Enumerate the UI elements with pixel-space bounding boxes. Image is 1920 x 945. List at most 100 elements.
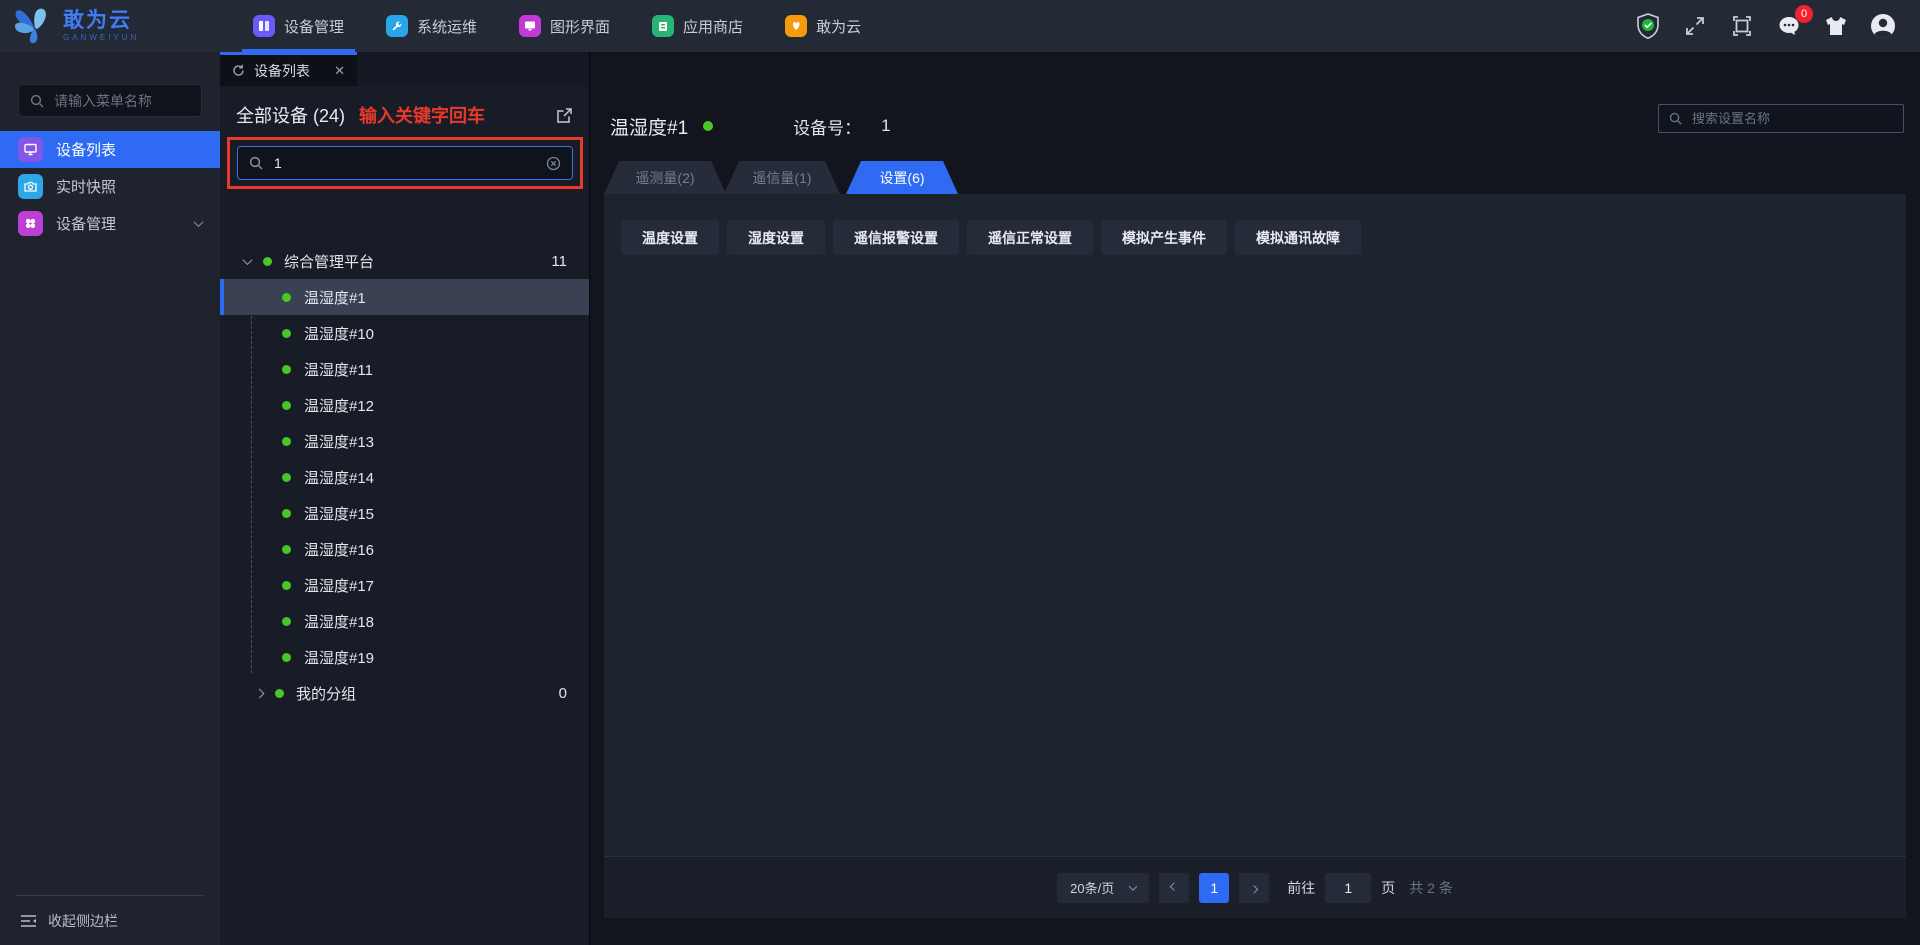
tree-item-device[interactable]: 温湿度#18 — [220, 603, 589, 639]
nav-label: 图形界面 — [550, 18, 611, 36]
tab-telemetry[interactable]: 遥测量(2) — [604, 161, 726, 194]
app-window: 敢为云 GANWEIYUN 设备管理 系统运维 图形界面 应用商店 敢为云 0 … — [0, 0, 1920, 945]
nav-item-app-store[interactable]: 应用商店 — [631, 0, 764, 52]
page-number-button[interactable]: 1 — [1199, 872, 1230, 903]
goto-page-input[interactable] — [1325, 872, 1372, 903]
menu-search-box — [18, 84, 202, 117]
device-label: 温湿度#18 — [304, 613, 375, 631]
tree-item-device[interactable]: 温湿度#11 — [220, 351, 589, 387]
tab-device-list[interactable]: 设备列表 ✕ — [220, 52, 357, 86]
status-dot — [282, 616, 291, 626]
tab-telesignal[interactable]: 遥信量(1) — [724, 161, 840, 194]
tree-item-device[interactable]: 温湿度#19 — [220, 639, 589, 675]
device-search-box — [237, 146, 573, 180]
temperature-setting-button[interactable]: 温度设置 — [621, 220, 719, 255]
prev-page-button[interactable] — [1159, 872, 1190, 903]
panel-tabstrip: 设备列表 ✕ — [220, 52, 589, 86]
brand-logo: 敢为云 GANWEIYUN — [0, 6, 212, 46]
message-badge: 0 — [1795, 5, 1813, 23]
annotation-text: 输入关键字回车 — [359, 106, 486, 126]
status-dot — [282, 472, 291, 482]
status-dot — [282, 292, 291, 302]
tree-root-label: 综合管理平台 — [284, 253, 375, 271]
sidebar-item-label: 设备管理 — [56, 216, 117, 233]
tree-group-count: 0 — [558, 684, 567, 702]
device-label: 温湿度#16 — [304, 541, 375, 559]
sidebar-item-label: 设备列表 — [56, 142, 117, 159]
nav-label: 系统运维 — [417, 18, 478, 36]
device-search-input[interactable] — [272, 154, 537, 172]
setting-buttons: 温度设置 湿度设置 遥信报警设置 遥信正常设置 模拟产生事件 模拟通讯故障 — [621, 220, 1906, 255]
page-unit-label: 页 — [1381, 879, 1396, 896]
tree-item-device[interactable]: 温湿度#10 — [220, 315, 589, 351]
apps-icon — [18, 211, 43, 236]
chevron-down-icon — [193, 217, 204, 228]
ganweiyun-icon — [785, 15, 808, 37]
external-link-icon[interactable] — [556, 107, 573, 124]
refresh-icon[interactable] — [232, 64, 245, 77]
humidity-setting-button[interactable]: 湿度设置 — [727, 220, 825, 255]
simulate-event-button[interactable]: 模拟产生事件 — [1101, 220, 1227, 255]
next-page-button[interactable] — [1239, 872, 1270, 903]
simulate-comm-fault-button[interactable]: 模拟通讯故障 — [1235, 220, 1361, 255]
tree-root-node[interactable]: 综合管理平台 11 — [220, 243, 589, 279]
nav-item-device-manage[interactable]: 设备管理 — [232, 0, 365, 52]
tree-item-device[interactable]: 温湿度#14 — [220, 459, 589, 495]
device-tree: 综合管理平台 11 温湿度#1 温湿度#10 温湿度#11 温湿度#12 温湿度… — [220, 243, 589, 711]
tab-label: 设备列表 — [254, 62, 310, 79]
brand-subtitle: GANWEIYUN — [63, 33, 140, 42]
camera-icon — [18, 174, 43, 199]
nav-item-graphic-ui[interactable]: 图形界面 — [498, 0, 631, 52]
topbar-actions: 0 — [1635, 5, 1920, 39]
collapse-sidebar-button[interactable]: 收起侧边栏 — [0, 896, 220, 945]
settings-panel: 温度设置 湿度设置 遥信报警设置 遥信正常设置 模拟产生事件 模拟通讯故障 20… — [604, 194, 1906, 918]
nav-item-system-ops[interactable]: 系统运维 — [365, 0, 498, 52]
status-dot — [282, 508, 291, 518]
theme-skin-icon[interactable] — [1823, 13, 1849, 39]
message-icon[interactable]: 0 — [1776, 5, 1813, 39]
settings-search-box — [1658, 104, 1904, 133]
security-shield-icon[interactable] — [1635, 13, 1661, 39]
settings-search-input[interactable] — [1690, 110, 1893, 127]
search-icon — [30, 94, 44, 108]
device-label: 温湿度#15 — [304, 505, 375, 523]
device-label: 温湿度#19 — [304, 649, 375, 667]
device-label: 温湿度#1 — [304, 289, 366, 307]
clear-search-icon[interactable] — [546, 156, 561, 171]
telesignal-normal-setting-button[interactable]: 遥信正常设置 — [967, 220, 1093, 255]
main-content: 温湿度#1 设备号： 1 遥测量(2) 遥信量(1) 设置(6) 温度设置 — [590, 52, 1920, 945]
device-list-panel: 设备列表 ✕ 全部设备 (24) 输入关键字回车 1 综合管理平台 11 温湿度… — [220, 52, 590, 945]
menu-search-input[interactable] — [52, 91, 190, 110]
chevron-down-icon[interactable] — [242, 254, 253, 265]
tab-settings[interactable]: 设置(6) — [846, 161, 958, 194]
chevron-right-icon[interactable] — [254, 688, 265, 698]
chevron-down-icon — [1129, 881, 1138, 891]
tree-item-device[interactable]: 温湿度#12 — [220, 387, 589, 423]
tree-item-device[interactable]: 温湿度#13 — [220, 423, 589, 459]
screenshot-frame-icon[interactable] — [1729, 13, 1755, 39]
tree-item-device[interactable]: 温湿度#17 — [220, 567, 589, 603]
tree-item-device[interactable]: 温湿度#16 — [220, 531, 589, 567]
tree-item-device[interactable]: 温湿度#15 — [220, 495, 589, 531]
tree-item-device[interactable]: 温湿度#1 — [220, 279, 589, 315]
page-size-select[interactable]: 20条/页 — [1057, 872, 1150, 903]
device-label: 温湿度#14 — [304, 469, 375, 487]
tab-label: 设置(6) — [879, 169, 925, 186]
sidebar: 设备列表 实时快照 设备管理 收起侧边栏 — [0, 52, 220, 945]
device-label: 温湿度#10 — [304, 325, 375, 343]
close-tab-icon[interactable]: ✕ — [334, 63, 345, 79]
device-manage-icon — [253, 15, 275, 37]
sidebar-item-device-list[interactable]: 设备列表 — [0, 131, 220, 168]
sidebar-item-snapshot[interactable]: 实时快照 — [0, 168, 220, 205]
tree-group-node[interactable]: 我的分组 0 — [220, 675, 589, 711]
telesignal-alarm-setting-button[interactable]: 遥信报警设置 — [833, 220, 959, 255]
collapse-label: 收起侧边栏 — [48, 912, 118, 929]
fullscreen-icon[interactable] — [1682, 13, 1708, 39]
sidebar-item-device-manage[interactable]: 设备管理 — [0, 205, 220, 242]
nav-item-ganweiyun[interactable]: 敢为云 — [764, 0, 882, 52]
device-number-label: 设备号： — [793, 118, 862, 138]
all-devices-label: 全部设备 (24) — [236, 106, 346, 126]
avatar-icon[interactable] — [1870, 13, 1896, 39]
annotation-rectangle — [227, 137, 583, 189]
nav-label: 应用商店 — [683, 18, 744, 36]
